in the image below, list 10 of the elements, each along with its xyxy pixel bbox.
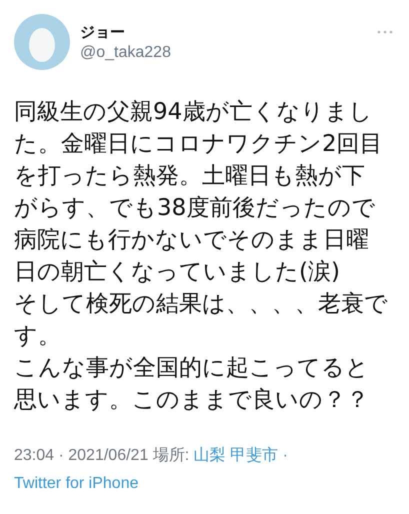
source-link[interactable]: Twitter for iPhone bbox=[14, 475, 138, 492]
tweet-text: こんな事が全国的に起こってると思います。このままで良いの？？ bbox=[14, 354, 370, 415]
more-icon[interactable] bbox=[377, 30, 393, 34]
tweet-text: 同級生の父親94歳が亡くなりました。金曜日にコロナワクチン2回目を打ったら熱発。土曜日も熱が下がらす、でも38度前後だったので病院にも行かないでそのまま日曜日の朝亡くなっていました(涙) bbox=[14, 98, 384, 287]
avatar-icon[interactable] bbox=[14, 14, 70, 70]
author-handle[interactable]: @o_taka228 bbox=[80, 44, 367, 62]
tweet-text: そして検死の結果は、、、、老衰です。 bbox=[14, 290, 388, 351]
author-name[interactable]: ジョー bbox=[80, 22, 367, 42]
tweet-meta: 23:04 · 2021/06/21 場所: 山梨 甲斐市 · Twitter for iPhone bbox=[14, 446, 289, 494]
location-link[interactable]: 山梨 甲斐市 bbox=[194, 447, 278, 464]
